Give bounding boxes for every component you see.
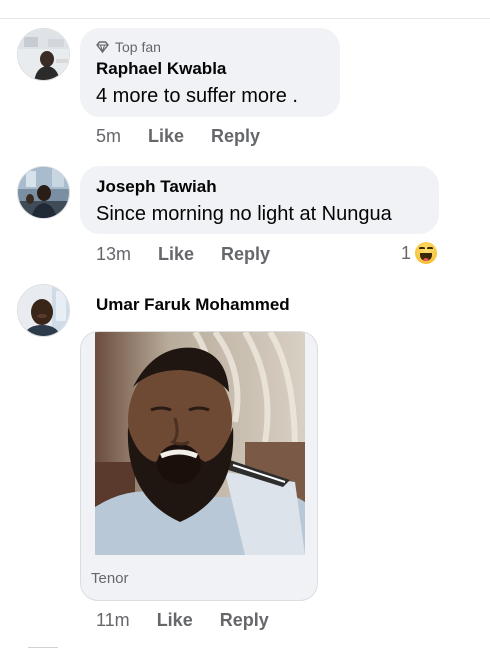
comment-text: 4 more to suffer more . (96, 85, 298, 107)
like-button[interactable]: Like (148, 126, 184, 147)
like-button[interactable]: Like (158, 244, 194, 265)
next-comment-divider (28, 647, 58, 648)
haha-reaction-icon (415, 242, 438, 264)
like-button[interactable]: Like (157, 610, 193, 631)
comment-timestamp[interactable]: 11m (96, 610, 130, 631)
comment-timestamp[interactable]: 13m (96, 244, 131, 265)
comment-bubble: Joseph Tawiah Since morning no light at … (80, 166, 439, 234)
avatar-photo (18, 167, 69, 218)
gif-attachment[interactable]: Tenor (80, 331, 318, 601)
badge-label: Top fan (115, 39, 161, 55)
comment-timestamp[interactable]: 5m (96, 126, 121, 147)
reaction-count: 1 (401, 242, 412, 263)
comment-actions: 11m Like Reply (96, 610, 296, 631)
comment-actions: 13m Like Reply (96, 244, 297, 265)
comment-text: Since morning no light at Nungua (96, 203, 392, 225)
top-fan-badge: Top fan (96, 38, 324, 56)
comment-actions: 5m Like Reply (96, 126, 287, 147)
avatar[interactable] (17, 166, 70, 219)
comment-author[interactable]: Raphael Kwabla (96, 58, 324, 80)
avatar[interactable] (17, 28, 70, 81)
top-divider (0, 18, 490, 19)
avatar[interactable] (17, 284, 70, 337)
comment-author[interactable]: Umar Faruk Mohammed (96, 294, 290, 316)
avatar-photo (18, 285, 69, 336)
comment-bubble: Top fan Raphael Kwabla 4 more to suffer … (80, 28, 340, 117)
avatar-photo (18, 29, 69, 80)
diamond-icon (96, 41, 109, 53)
gif-picture (95, 332, 305, 555)
comment-author[interactable]: Joseph Tawiah (96, 176, 423, 198)
gif-image[interactable] (95, 332, 305, 555)
reaction-summary[interactable]: 1 (401, 242, 438, 264)
gif-source-label[interactable]: Tenor (91, 570, 129, 587)
reply-button[interactable]: Reply (211, 126, 260, 147)
reply-button[interactable]: Reply (221, 244, 270, 265)
reply-button[interactable]: Reply (220, 610, 269, 631)
